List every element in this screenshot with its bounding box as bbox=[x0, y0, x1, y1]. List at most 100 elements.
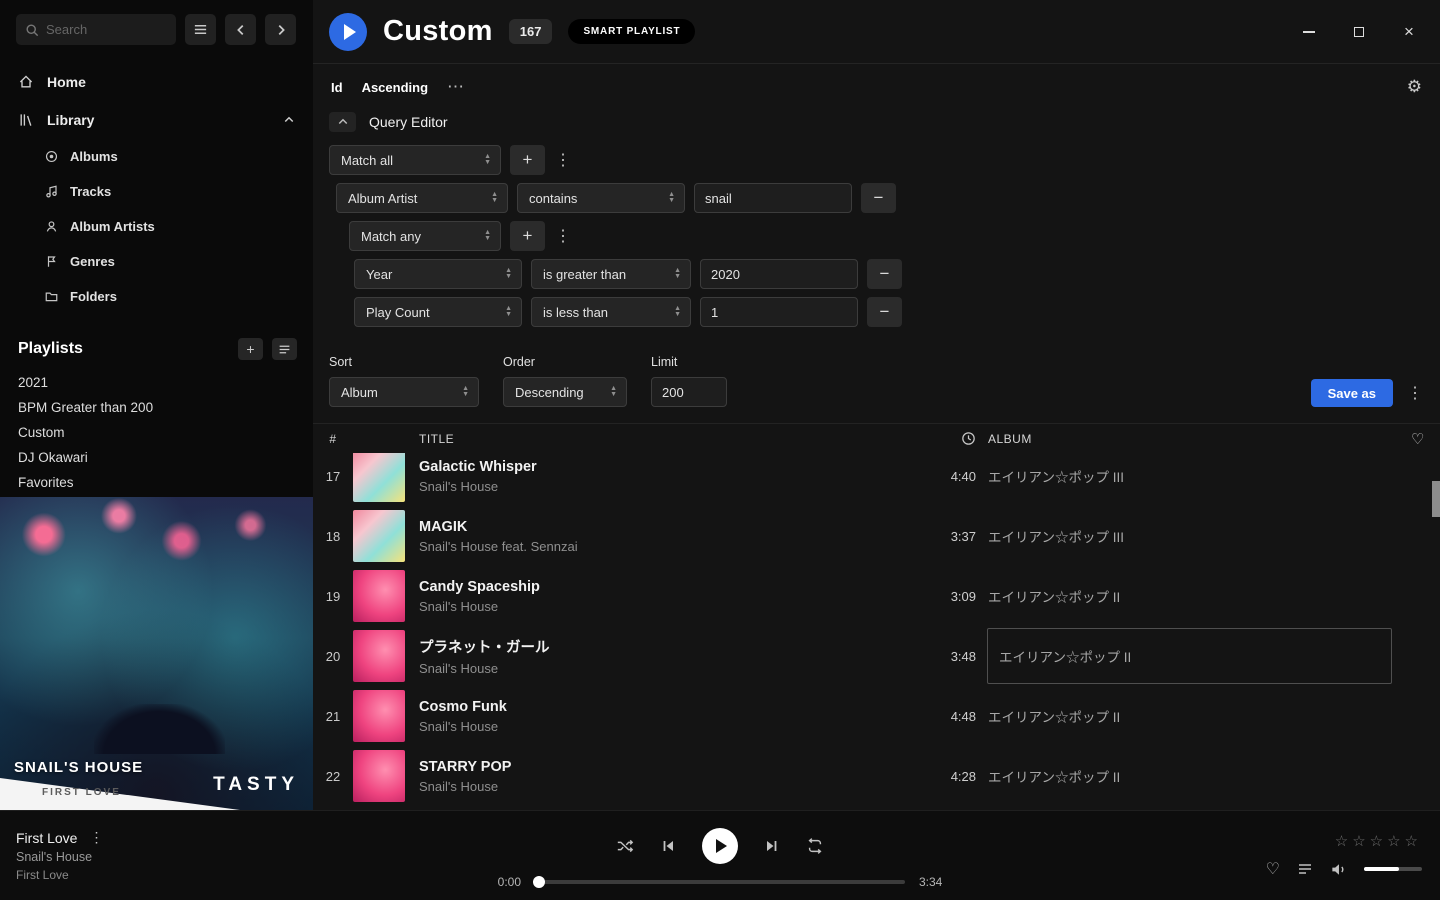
table-row[interactable]: 18 MAGIKSnail's House feat. Sennzai 3:37… bbox=[313, 506, 1440, 566]
focused-album-cell[interactable]: エイリアン☆ポップ II bbox=[987, 628, 1392, 684]
previous-button[interactable] bbox=[660, 838, 676, 854]
maximize-button[interactable] bbox=[1350, 23, 1368, 41]
star-icon[interactable]: ☆ bbox=[1335, 833, 1352, 850]
column-duration[interactable] bbox=[916, 431, 976, 446]
forward-button[interactable] bbox=[265, 14, 296, 45]
group-menu-icon[interactable]: ⋮ bbox=[554, 226, 572, 246]
table-row[interactable]: 17 Galactic WhisperSnail's House 4:40 エイ… bbox=[313, 446, 1440, 506]
sidebar-item-library[interactable]: Library bbox=[0, 101, 313, 139]
window-controls: × bbox=[1300, 23, 1426, 41]
save-as-button[interactable]: Save as bbox=[1311, 379, 1393, 407]
playlist-item[interactable]: Favorites bbox=[0, 470, 313, 495]
track-menu-icon[interactable]: ⋮ bbox=[89, 829, 103, 846]
query-editor: Query Editor Match all ▲▼ + ⋮ Album Arti… bbox=[313, 110, 1440, 335]
limit-input[interactable] bbox=[651, 377, 727, 407]
column-album[interactable]: ALBUM bbox=[976, 432, 1396, 446]
remove-rule-button[interactable]: − bbox=[867, 297, 902, 327]
sort-field-button[interactable]: Id bbox=[331, 80, 343, 95]
match-type-select[interactable]: Match all ▲▼ bbox=[329, 145, 501, 175]
favorite-heart-icon[interactable]: ♡ bbox=[1266, 859, 1280, 879]
table-row[interactable]: 20 プラネット・ガールSnail's House 3:48 エイリアン☆ポップ… bbox=[313, 626, 1440, 686]
playlist-item[interactable]: BPM Greater than 200 bbox=[0, 395, 313, 420]
sidebar-item-albums[interactable]: Albums bbox=[0, 139, 313, 174]
column-title[interactable]: TITLE bbox=[419, 432, 916, 446]
rule-operator-select[interactable]: contains ▲▼ bbox=[517, 183, 685, 213]
remove-rule-button[interactable]: − bbox=[867, 259, 902, 289]
sidebar-item-genres[interactable]: Genres bbox=[0, 244, 313, 279]
sort-direction-button[interactable]: Ascending bbox=[362, 80, 428, 95]
next-button[interactable] bbox=[764, 838, 780, 854]
close-button[interactable]: × bbox=[1400, 23, 1418, 41]
rule-operator-select[interactable]: is less than ▲▼ bbox=[531, 297, 691, 327]
sidebar-item-home[interactable]: Home bbox=[0, 63, 313, 101]
add-rule-button[interactable]: + bbox=[510, 145, 545, 175]
save-menu-icon[interactable]: ⋮ bbox=[1406, 383, 1424, 403]
playlist-item[interactable]: 2021 bbox=[0, 370, 313, 395]
playlist-item[interactable]: DJ Okawari bbox=[0, 445, 313, 470]
star-icon[interactable]: ☆ bbox=[1370, 833, 1387, 850]
star-icon[interactable]: ☆ bbox=[1405, 833, 1422, 850]
rule-value-input[interactable] bbox=[700, 297, 858, 327]
seek-handle[interactable] bbox=[533, 876, 545, 888]
playlist-list-options-button[interactable] bbox=[272, 338, 297, 360]
search-box[interactable] bbox=[16, 14, 176, 45]
play-pause-button[interactable] bbox=[702, 828, 738, 864]
queue-list-icon bbox=[1297, 861, 1313, 877]
rule-field-select[interactable]: Year ▲▼ bbox=[354, 259, 522, 289]
playlist-item[interactable]: Custom bbox=[0, 420, 313, 445]
shuffle-button[interactable] bbox=[616, 837, 634, 855]
sidebar-item-folders[interactable]: Folders bbox=[0, 279, 313, 314]
sidebar-item-label: Home bbox=[47, 74, 86, 90]
column-favorite[interactable]: ♡ bbox=[1396, 430, 1440, 448]
menu-button[interactable] bbox=[185, 14, 216, 45]
sort-select[interactable]: Album ▲▼ bbox=[329, 377, 479, 407]
now-playing-title[interactable]: First Love bbox=[16, 830, 77, 846]
root-match-row: Match all ▲▼ + ⋮ bbox=[329, 145, 1424, 175]
table-row[interactable]: 21 Cosmo FunkSnail's House 4:48 エイリアン☆ポッ… bbox=[313, 686, 1440, 746]
volume-button[interactable] bbox=[1330, 861, 1347, 878]
collapse-query-editor-button[interactable] bbox=[329, 112, 356, 132]
play-playlist-button[interactable] bbox=[329, 13, 367, 51]
rating-stars[interactable]: ☆☆☆☆☆ bbox=[1335, 832, 1422, 850]
rule-value-input[interactable] bbox=[700, 259, 858, 289]
more-options-icon[interactable]: ⋯ bbox=[447, 77, 465, 97]
sidebar-topbar bbox=[0, 0, 313, 55]
star-icon[interactable]: ☆ bbox=[1387, 833, 1404, 850]
track-art bbox=[353, 630, 405, 682]
back-button[interactable] bbox=[225, 14, 256, 45]
rule-group-menu-icon[interactable]: ⋮ bbox=[554, 150, 572, 170]
total-time: 3:34 bbox=[919, 875, 942, 889]
search-input[interactable] bbox=[46, 22, 167, 37]
repeat-button[interactable] bbox=[806, 837, 824, 855]
player-utility-icons: ♡ bbox=[1266, 859, 1422, 879]
sidebar-item-tracks[interactable]: Tracks bbox=[0, 174, 313, 209]
list-icon bbox=[278, 343, 291, 356]
group-add-rule-button[interactable]: + bbox=[510, 221, 545, 251]
rule-field-select[interactable]: Album Artist ▲▼ bbox=[336, 183, 508, 213]
gear-icon[interactable]: ⚙ bbox=[1407, 77, 1422, 97]
now-playing-artist[interactable]: Snail's House bbox=[16, 850, 334, 864]
remove-rule-button[interactable]: − bbox=[861, 183, 896, 213]
group-match-type-select[interactable]: Match any ▲▼ bbox=[349, 221, 501, 251]
scrollbar-thumb[interactable] bbox=[1432, 481, 1440, 517]
table-row[interactable]: 22 STARRY POPSnail's House 4:28 エイリアン☆ポッ… bbox=[313, 746, 1440, 806]
order-select[interactable]: Descending ▲▼ bbox=[503, 377, 627, 407]
star-icon[interactable]: ☆ bbox=[1352, 833, 1369, 850]
page-title: Custom bbox=[383, 15, 493, 48]
rule-field-select[interactable]: Play Count ▲▼ bbox=[354, 297, 522, 327]
track-art bbox=[353, 510, 405, 562]
minimize-button[interactable] bbox=[1300, 23, 1318, 41]
queue-button[interactable] bbox=[1297, 861, 1313, 877]
column-index[interactable]: # bbox=[313, 432, 353, 446]
add-playlist-button[interactable]: + bbox=[238, 338, 263, 360]
seek-slider[interactable] bbox=[535, 880, 905, 884]
table-row[interactable]: 19 Candy SpaceshipSnail's House 3:09 エイリ… bbox=[313, 566, 1440, 626]
select-chevrons-icon: ▲▼ bbox=[505, 306, 512, 318]
now-playing-album-art[interactable]: SNAIL'S HOUSE FIRST LOVE TASTY bbox=[0, 497, 313, 810]
album-art-label-logo: TASTY bbox=[213, 774, 299, 796]
rule-value-input[interactable] bbox=[694, 183, 852, 213]
sidebar-item-album-artists[interactable]: Album Artists bbox=[0, 209, 313, 244]
volume-slider[interactable] bbox=[1364, 867, 1422, 871]
now-playing-album[interactable]: First Love bbox=[16, 868, 334, 882]
rule-operator-select[interactable]: is greater than ▲▼ bbox=[531, 259, 691, 289]
